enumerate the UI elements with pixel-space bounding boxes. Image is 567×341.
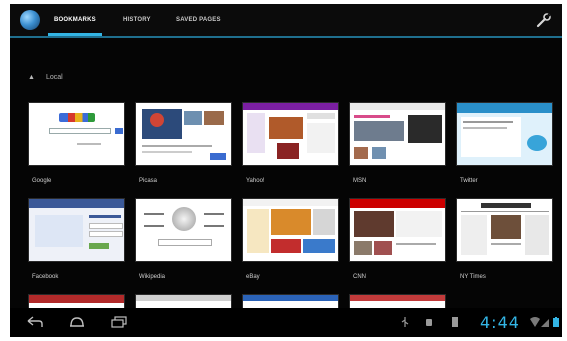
tab-bookmarks[interactable]: BOOKMARKS — [48, 4, 102, 36]
browser-tab-bar: BOOKMARKS HISTORY SAVED PAGES — [10, 4, 562, 38]
bookmark-thumbnail[interactable] — [242, 198, 339, 262]
bookmark-label: Facebook — [32, 274, 59, 280]
bookmark-label: Yahoo! — [246, 178, 265, 184]
signal-icon — [541, 319, 549, 327]
globe-icon[interactable] — [20, 10, 40, 30]
browser-screen: BOOKMARKS HISTORY SAVED PAGES ▲ Local Go… — [10, 4, 562, 337]
bookmark-label: eBay — [246, 274, 260, 280]
bookmark-label: Google — [32, 178, 52, 184]
chevron-up-icon: ▲ — [28, 74, 35, 81]
section-label: Local — [45, 74, 63, 81]
bookmark-thumbnail[interactable] — [28, 198, 125, 262]
bookmark-label: MSN — [353, 178, 367, 184]
android-debug-icon — [426, 319, 432, 326]
recent-apps-icon[interactable] — [110, 316, 128, 328]
bookmark-thumbnail[interactable] — [135, 102, 232, 166]
bookmark-label: NY Times — [460, 274, 486, 280]
wifi-icon — [530, 317, 540, 327]
bookmark-thumbnail[interactable] — [456, 198, 553, 262]
tab-saved-pages[interactable]: SAVED PAGES — [176, 4, 221, 36]
back-icon[interactable] — [26, 316, 44, 328]
bookmark-label: Wikipedia — [139, 274, 166, 280]
section-header-local[interactable]: ▲ Local — [28, 74, 63, 86]
wrench-icon[interactable] — [536, 12, 552, 28]
bookmark-thumbnail[interactable] — [135, 198, 232, 262]
bookmark-label: Picasa — [139, 178, 158, 184]
bookmark-thumbnail[interactable] — [28, 102, 125, 166]
bookmark-thumbnail[interactable] — [456, 102, 553, 166]
status-clock: 4:44 — [480, 313, 520, 332]
sd-card-icon — [452, 317, 458, 327]
battery-icon — [553, 317, 559, 327]
bookmark-thumbnail[interactable] — [242, 102, 339, 166]
bookmark-label: Twitter — [460, 178, 478, 184]
system-nav-bar: 4:44 — [10, 308, 562, 337]
bookmark-thumbnail[interactable] — [349, 198, 446, 262]
usb-icon — [401, 317, 409, 327]
tab-history[interactable]: HISTORY — [123, 4, 151, 36]
bookmark-label: CNN — [353, 274, 366, 280]
bookmark-thumbnail[interactable] — [349, 102, 446, 166]
home-icon[interactable] — [68, 316, 86, 328]
